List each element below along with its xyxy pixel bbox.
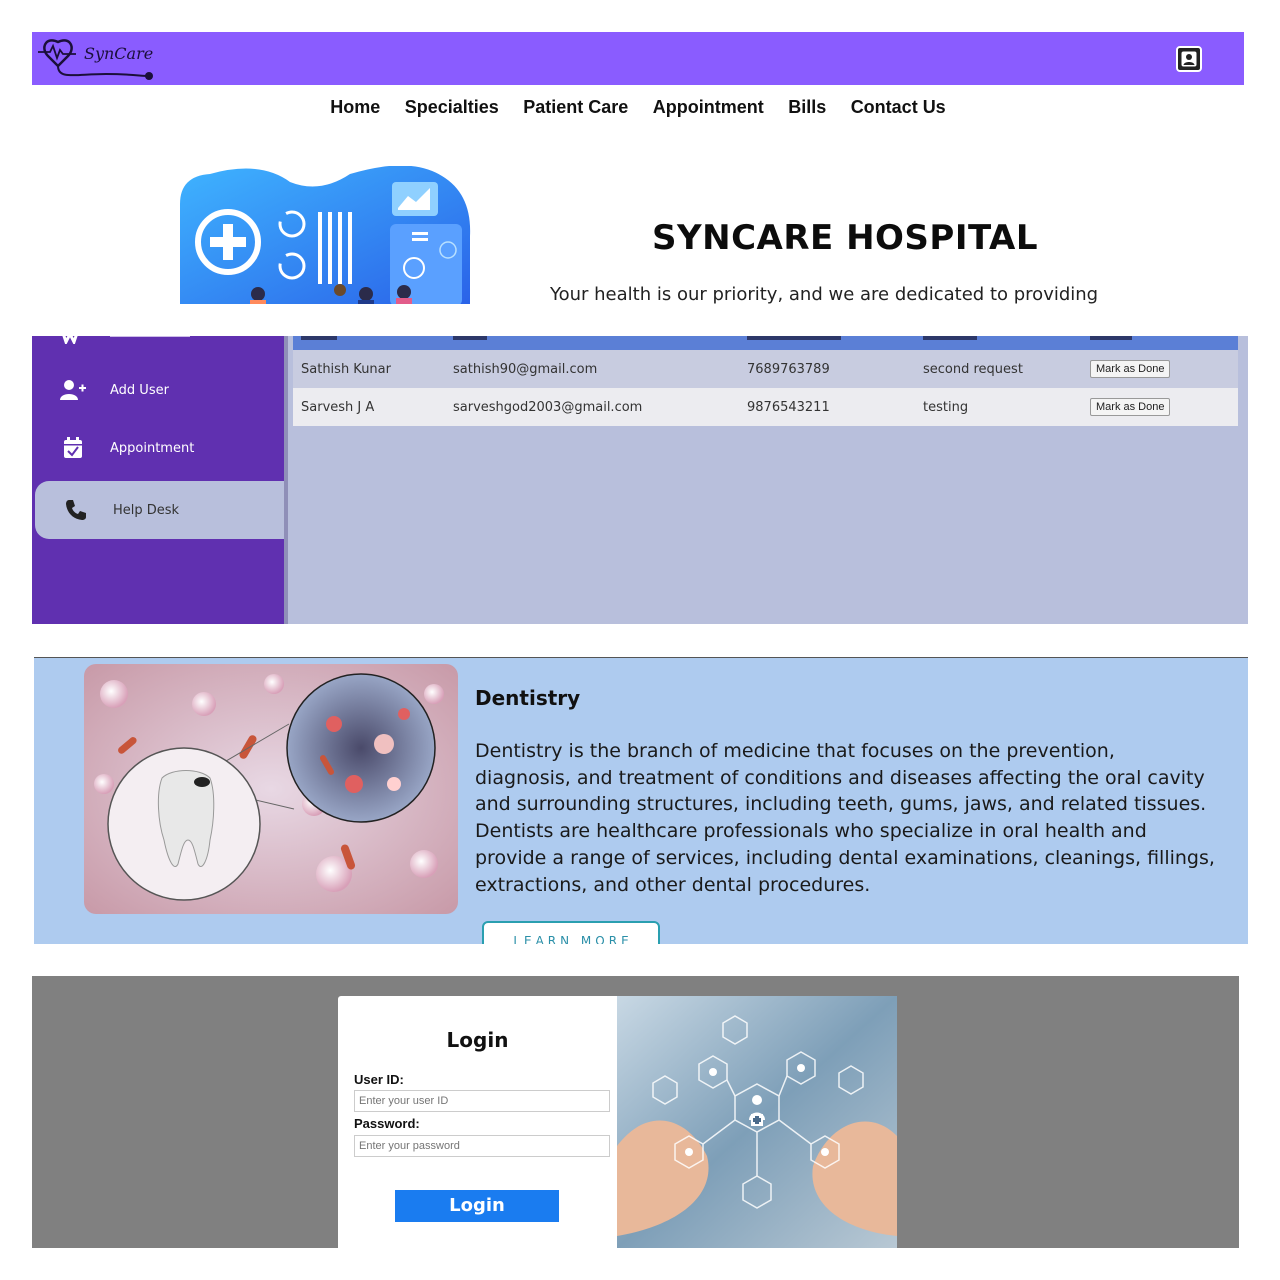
password-label: Password: <box>354 1116 420 1131</box>
cell-phone: 9876543211 <box>747 400 830 415</box>
brand-name: SynCare <box>84 44 154 63</box>
cell-message: testing <box>923 400 969 415</box>
table-row: Sarvesh J A sarveshgod2003@gmail.com 987… <box>293 388 1238 426</box>
home-screen: SynCare Home Specialties Patient Care Ap… <box>32 32 1244 304</box>
cell-phone: 7689763789 <box>747 362 830 377</box>
hero-title: SYNCARE HOSPITAL <box>652 218 1039 258</box>
sidebar-divider <box>284 336 288 624</box>
sidebar-item-dashboard[interactable] <box>110 336 190 337</box>
cell-name: Sarvesh J A <box>301 400 375 415</box>
sidebar-item-label: Add User <box>110 382 169 398</box>
nav-contact-us[interactable]: Contact Us <box>851 97 946 118</box>
sidebar-item-help-desk[interactable]: Help Desk <box>35 481 287 539</box>
calendar-check-icon <box>60 435 86 461</box>
nav-bills[interactable]: Bills <box>788 97 826 118</box>
column-header <box>453 336 487 340</box>
admin-sidebar: Add User Appointment Help Desk <box>32 336 287 624</box>
sidebar-item-add-user[interactable]: Add User <box>32 361 284 419</box>
column-header <box>1090 336 1132 340</box>
login-button[interactable]: Login <box>395 1190 559 1222</box>
cell-name: Sathish Kunar <box>301 362 391 377</box>
dashboard-icon <box>62 336 78 344</box>
profile-button[interactable] <box>1176 46 1202 72</box>
mark-as-done-button[interactable]: Mark as Done <box>1090 398 1171 416</box>
mark-as-done-button[interactable]: Mark as Done <box>1090 360 1171 378</box>
sidebar-item-label: Appointment <box>110 440 195 456</box>
cell-email: sathish90@gmail.com <box>453 362 598 377</box>
login-screen: Login User ID: Password: Login <box>32 976 1239 1248</box>
password-input[interactable] <box>354 1135 610 1157</box>
cell-email: sarveshgod2003@gmail.com <box>453 400 643 415</box>
brand-logo[interactable]: SynCare <box>36 34 166 82</box>
user-id-input[interactable] <box>354 1090 610 1112</box>
user-profile-icon <box>1181 51 1197 67</box>
phone-icon <box>63 497 89 523</box>
user-id-label: User ID: <box>354 1072 404 1087</box>
login-image <box>617 996 897 1248</box>
column-header <box>923 336 977 340</box>
nav-patient-care[interactable]: Patient Care <box>523 97 628 118</box>
login-title: Login <box>446 1028 509 1052</box>
sidebar-item-label: Help Desk <box>113 502 180 518</box>
specialty-description: Dentistry is the branch of medicine that… <box>475 740 1215 896</box>
cell-message: second request <box>923 362 1023 377</box>
login-form: Login User ID: Password: Login <box>338 996 617 1248</box>
nav-home[interactable]: Home <box>330 97 380 118</box>
nav-appointment[interactable]: Appointment <box>653 97 764 118</box>
help-desk-table: Sathish Kunar sathish90@gmail.com 768976… <box>293 336 1238 426</box>
table-row: Sathish Kunar sathish90@gmail.com 768976… <box>293 350 1238 388</box>
hero-subtitle: Your health is our priority, and we are … <box>550 284 1099 304</box>
admin-help-desk-screen: Add User Appointment Help Desk Sathish K… <box>32 336 1248 624</box>
nav-specialties[interactable]: Specialties <box>405 97 499 118</box>
specialty-dentistry-section: Dentistry Dentistry is the branch of med… <box>34 657 1248 944</box>
hero-illustration <box>180 165 472 304</box>
site-header: SynCare <box>32 32 1244 85</box>
collage: SynCare Home Specialties Patient Care Ap… <box>0 0 1280 1280</box>
dentistry-image <box>84 664 458 914</box>
column-header <box>747 336 841 340</box>
sidebar-item-appointment[interactable]: Appointment <box>32 419 284 477</box>
learn-more-button[interactable]: LEARN MORE <box>482 921 660 944</box>
column-header <box>301 336 337 340</box>
main-nav: Home Specialties Patient Care Appointmen… <box>32 97 1244 118</box>
table-header <box>293 336 1238 350</box>
specialty-title: Dentistry <box>475 686 581 710</box>
add-user-icon <box>60 377 86 403</box>
